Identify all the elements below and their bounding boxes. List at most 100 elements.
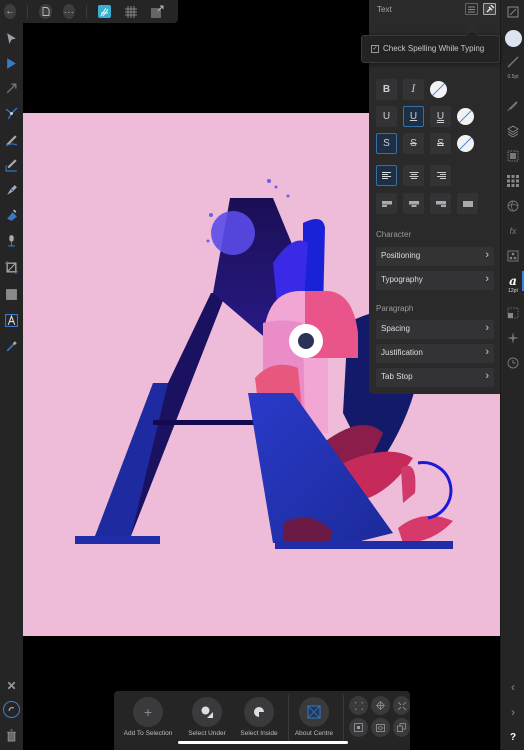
grid-icon[interactable]: [125, 5, 138, 19]
add-to-selection-button[interactable]: +: [133, 697, 163, 727]
spacing-row[interactable]: Spacing ›: [376, 320, 494, 339]
pin-icon[interactable]: [483, 3, 496, 15]
close-icon[interactable]: [4, 678, 19, 693]
list-icon[interactable]: [465, 3, 478, 15]
fx-icon[interactable]: fx: [506, 224, 520, 238]
align-right-button[interactable]: [430, 165, 451, 186]
chevron-right-icon: ›: [485, 370, 489, 382]
trash-icon[interactable]: [4, 728, 19, 743]
chevron-right-icon: ›: [485, 249, 489, 261]
justify-all-button[interactable]: [457, 193, 478, 214]
vector-brush-tool[interactable]: [4, 158, 19, 173]
underline-double-button[interactable]: U: [430, 106, 451, 127]
chevron-right-icon: ›: [485, 346, 489, 358]
designer-persona-icon[interactable]: [98, 5, 112, 19]
text-color-none-swatch[interactable]: [430, 81, 447, 98]
artistic-text-tool[interactable]: [4, 313, 19, 328]
pen-icon: [7, 185, 17, 195]
justify-center-icon: [408, 200, 419, 207]
bold-button[interactable]: B: [376, 79, 397, 100]
divider: [343, 695, 344, 741]
chevron-left-icon[interactable]: ‹: [506, 680, 520, 694]
bounding-box-icon: [354, 723, 363, 732]
snapping-icon[interactable]: [506, 331, 520, 345]
duplicate-button[interactable]: [393, 718, 410, 737]
select-under-button[interactable]: [192, 697, 222, 727]
justify-right-icon: [435, 200, 446, 207]
transparency-tool[interactable]: [4, 233, 19, 248]
crosshair-icon: [376, 701, 385, 710]
ellipsis-icon[interactable]: ···: [62, 4, 76, 19]
divider: [27, 4, 29, 19]
move-tool[interactable]: [4, 31, 19, 46]
justify-left-button[interactable]: [376, 193, 397, 214]
point-transform-tool[interactable]: [4, 106, 19, 121]
point-transform-icon: [5, 107, 18, 120]
transform-origin-button[interactable]: [349, 696, 368, 715]
pencil-tool[interactable]: [4, 133, 19, 148]
align-center-icon: [409, 172, 418, 179]
help-icon[interactable]: ?: [506, 730, 520, 744]
spellcheck-checkbox[interactable]: ✓: [371, 45, 379, 53]
styles-icon[interactable]: [506, 199, 520, 213]
magnet-icon[interactable]: [3, 701, 20, 718]
crosshair-button[interactable]: [371, 696, 390, 715]
justify-center-button[interactable]: [403, 193, 424, 214]
fit-button[interactable]: [393, 696, 410, 715]
positioning-row[interactable]: Positioning ›: [376, 247, 494, 266]
strikethrough-double-button[interactable]: S: [430, 133, 451, 154]
document-icon[interactable]: [39, 4, 52, 19]
brushes-icon[interactable]: [506, 99, 520, 113]
history-icon[interactable]: [506, 356, 520, 370]
spellcheck-label[interactable]: Check Spelling While Typing: [383, 44, 484, 53]
effects-icon[interactable]: [506, 149, 520, 163]
navigator-icon[interactable]: [506, 306, 520, 320]
color-icon[interactable]: [505, 30, 522, 47]
pen-tool[interactable]: [4, 183, 19, 198]
select-inside-button[interactable]: [244, 697, 274, 727]
export-persona-icon[interactable]: [151, 5, 164, 19]
fill-tool[interactable]: [4, 208, 19, 223]
top-toolbar: ← ···: [0, 0, 178, 23]
crop-tool[interactable]: [4, 260, 19, 275]
underline-color-none-swatch[interactable]: [457, 108, 474, 125]
node-tool[interactable]: [4, 56, 19, 71]
align-left-button[interactable]: [376, 165, 397, 186]
arrow-left-icon[interactable]: ←: [4, 4, 17, 19]
transform-icon[interactable]: [506, 5, 520, 19]
eyedropper-icon: [6, 341, 17, 352]
align-center-button[interactable]: [403, 165, 424, 186]
justify-all-icon: [462, 200, 473, 207]
color-picker-tool[interactable]: [4, 339, 19, 354]
select-under-icon: [201, 706, 213, 718]
underline-single-button[interactable]: U: [403, 106, 424, 127]
chevron-right-icon[interactable]: ›: [506, 705, 520, 719]
underline-none-button[interactable]: U: [376, 106, 397, 127]
popover-arrow-inner: [466, 30, 478, 36]
rectangle-tool[interactable]: [4, 287, 19, 302]
stroke-icon[interactable]: [506, 55, 520, 69]
transparency-icon: [8, 235, 15, 247]
text-studio-icon[interactable]: a: [506, 274, 520, 288]
pointer-icon: [7, 33, 16, 44]
eye-button[interactable]: [371, 718, 390, 737]
swatches-icon[interactable]: [506, 174, 520, 188]
home-indicator[interactable]: [178, 741, 348, 744]
appearance-icon[interactable]: [506, 249, 520, 263]
select-inside-icon: [254, 707, 264, 717]
letter-a-right-serif: [275, 541, 453, 549]
node-pointer-icon: [7, 58, 16, 69]
about-centre-button[interactable]: [299, 697, 329, 727]
strikethrough-none-button[interactable]: S: [376, 133, 397, 154]
bounding-box-button[interactable]: [349, 718, 368, 737]
strikethrough-single-button[interactable]: S: [403, 133, 424, 154]
tab-stop-row[interactable]: Tab Stop ›: [376, 368, 494, 387]
typography-row[interactable]: Typography ›: [376, 271, 494, 290]
corner-tool[interactable]: [4, 81, 19, 96]
layers-icon[interactable]: [506, 124, 520, 138]
justification-row[interactable]: Justification ›: [376, 344, 494, 363]
strikethrough-color-none-swatch[interactable]: [457, 135, 474, 152]
italic-button[interactable]: I: [403, 79, 424, 100]
tools-panel: [0, 23, 23, 750]
justify-right-button[interactable]: [430, 193, 451, 214]
